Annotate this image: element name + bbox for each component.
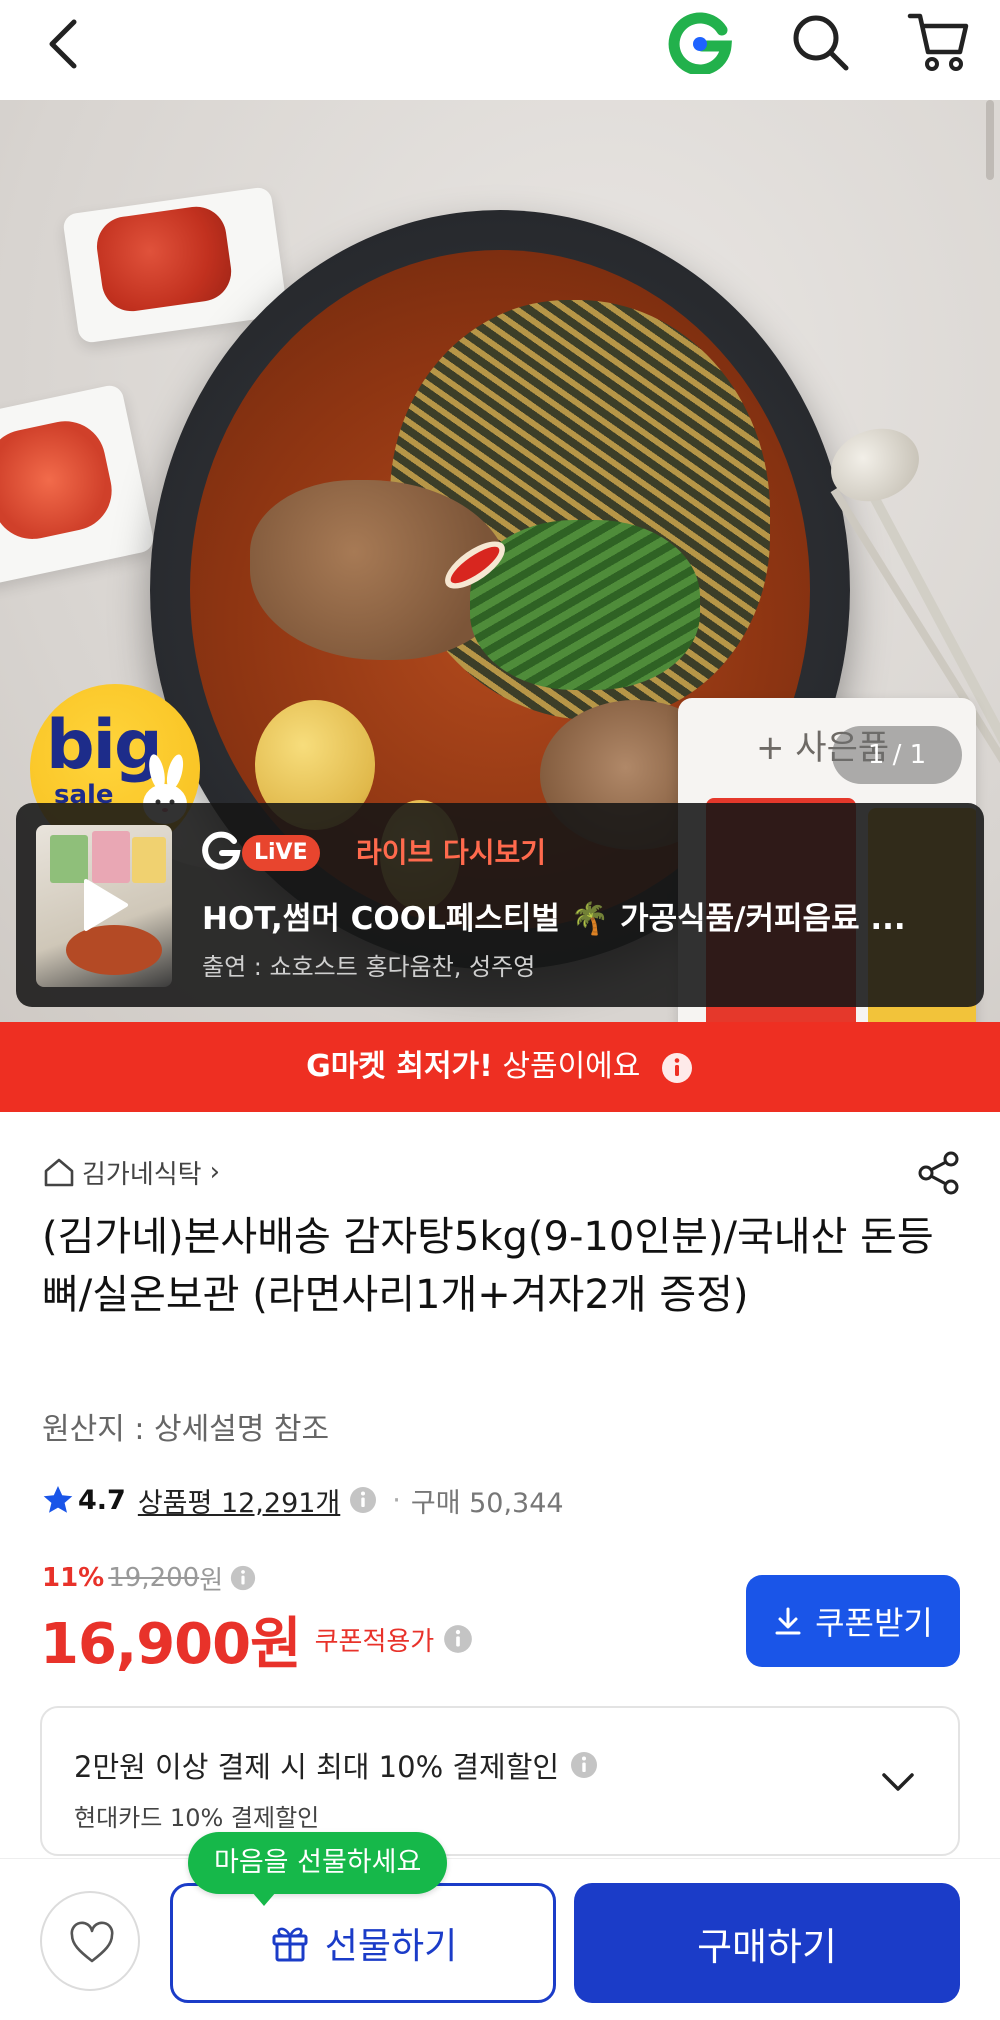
lowest-price-banner[interactable]: G마켓 최저가! 상품이에요 <box>0 1022 1000 1112</box>
purchase-count: 구매 50,344 <box>410 1487 564 1519</box>
gmarket-logo-icon[interactable] <box>668 10 732 74</box>
gift-button-label: 선물하기 <box>324 1926 458 1967</box>
live-cast: 출연 : 쇼호스트 홍다움찬, 성주영 <box>202 953 536 981</box>
store-breadcrumb[interactable]: 김가네식탁 › <box>42 1152 220 1192</box>
get-coupon-label: 쿠폰받기 <box>815 1604 933 1642</box>
back-icon[interactable] <box>36 14 96 74</box>
lowest-price-rest: 상품이에요 <box>492 1049 641 1084</box>
star-icon <box>43 1486 73 1513</box>
gift-tooltip: 마음을 선물하세요 <box>188 1832 448 1906</box>
original-price: 19,200 <box>108 1563 200 1593</box>
rating-row: 4.7 상품평 12,291개 · 구매 50,344 <box>42 1478 564 1522</box>
info-icon[interactable] <box>229 1564 257 1592</box>
discount-row: 11% 19,200 원 <box>42 1560 257 1596</box>
download-icon <box>775 1607 801 1635</box>
top-bar <box>0 0 1000 100</box>
payment-discount-text: 2만원 이상 결제 시 최대 10% 결제할인 <box>74 1750 560 1784</box>
heart-icon <box>70 1921 114 1963</box>
original-price-unit: 원 <box>199 1565 224 1596</box>
product-title: (김가네)본사배송 감자탕5kg(9-10인분)/국내산 돈등뼈/실온보관 (라… <box>42 1214 934 1318</box>
get-coupon-button[interactable]: 쿠폰받기 <box>746 1575 960 1667</box>
buy-button[interactable]: 구매하기 <box>574 1883 960 2003</box>
image-pager: 1 / 1 <box>832 726 962 784</box>
kimchi-dish-image <box>0 383 156 587</box>
gift-button[interactable]: 선물하기 <box>170 1883 556 2003</box>
live-title[interactable]: HOT,썸머 COOL페스티벌 🌴 가공식품/커피음료 ... <box>202 893 962 938</box>
review-count-link[interactable]: 상품평 12,291개 <box>138 1481 340 1520</box>
store-name[interactable]: 김가네식탁 <box>82 1154 202 1191</box>
search-icon[interactable] <box>788 10 852 74</box>
origin-info: 원산지 : 상세설명 참조 <box>42 1412 330 1447</box>
gift-icon <box>272 1927 308 1962</box>
info-icon[interactable] <box>348 1485 378 1515</box>
price-row: 16,900원 쿠폰적용가 <box>40 1604 474 1677</box>
sale-price: 16,900원 <box>40 1611 302 1677</box>
cart-icon[interactable] <box>906 8 972 74</box>
info-icon[interactable] <box>660 1051 694 1085</box>
info-icon[interactable] <box>569 1750 599 1780</box>
separator-dot: · <box>392 1484 401 1516</box>
payment-discount-title: 2만원 이상 결제 시 최대 10% 결제할인 <box>74 1744 599 1786</box>
rating-score: 4.7 <box>78 1484 126 1516</box>
coupon-price-label: 쿠폰적용가 <box>314 1626 435 1657</box>
lowest-price-strong: G마켓 최저가! <box>306 1049 493 1084</box>
share-icon[interactable] <box>916 1150 962 1196</box>
info-icon[interactable] <box>442 1623 474 1655</box>
home-icon <box>44 1158 74 1187</box>
chevron-down-icon[interactable] <box>878 1762 918 1802</box>
wishlist-button[interactable] <box>40 1891 140 1991</box>
card-discount-text: 현대카드 10% 결제할인 <box>74 1804 320 1832</box>
live-replay-banner[interactable]: LiVE 라이브 다시보기 HOT,썸머 COOL페스티벌 🌴 가공식품/커피음… <box>16 803 984 1007</box>
discount-percent: 11% <box>42 1563 105 1593</box>
live-badge: LiVE <box>242 835 320 871</box>
payment-discount-card[interactable]: 2만원 이상 결제 시 최대 10% 결제할인 현대카드 10% 결제할인 <box>40 1706 960 1856</box>
buy-button-label: 구매하기 <box>697 1924 837 1969</box>
page-scrollbar[interactable] <box>986 100 994 180</box>
bottom-action-bar: 선물하기 구매하기 <box>0 1858 1000 2020</box>
live-replay-label[interactable]: 라이브 다시보기 <box>356 831 546 871</box>
play-icon[interactable] <box>72 875 132 935</box>
g-live-logo-icon <box>202 831 241 870</box>
chevron-right-icon: › <box>209 1157 221 1187</box>
